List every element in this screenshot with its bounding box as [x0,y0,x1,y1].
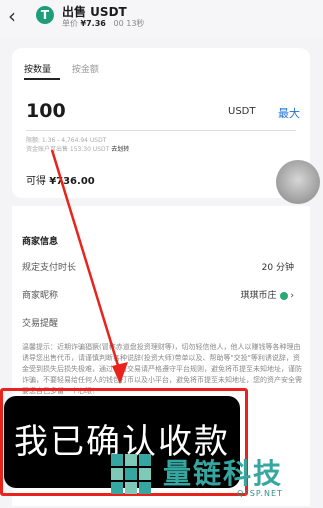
watermark-name: 量链科技 [163,457,284,490]
watermark-logo-icon [111,454,151,494]
watermark: 量链科技 QFSP.NET [103,444,323,508]
arrow-head [112,362,128,384]
watermark-domain: QFSP.NET [237,489,283,498]
arrow-line [50,149,122,373]
